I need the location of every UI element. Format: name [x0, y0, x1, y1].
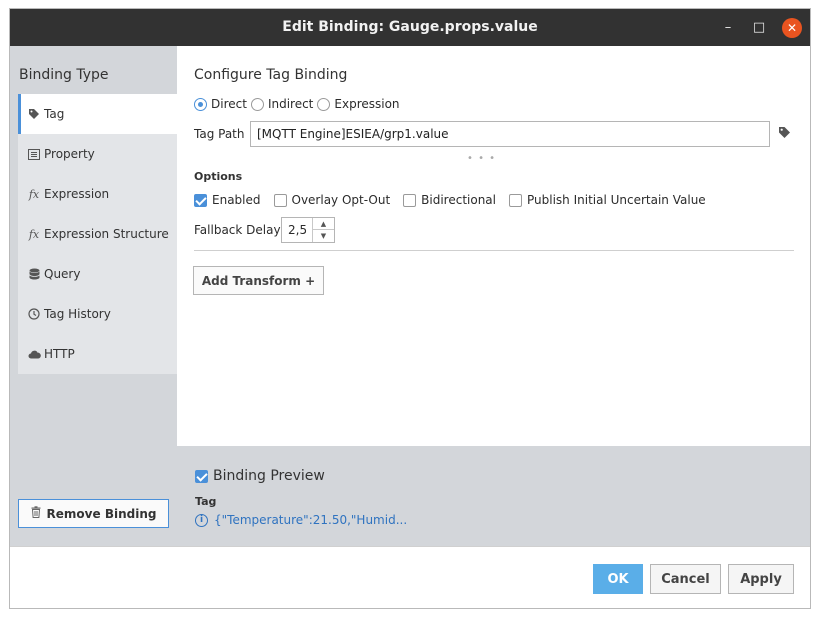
radio-indirect[interactable]	[250, 97, 264, 111]
fallback-delay-value[interactable]: 2,5	[288, 218, 307, 242]
fallback-delay-label: Fallback Delay	[194, 223, 281, 237]
sidebar-item-label: HTTP	[44, 347, 75, 361]
radio-direct[interactable]	[194, 97, 207, 111]
trash-icon	[31, 506, 41, 521]
radio-expression[interactable]	[317, 97, 331, 111]
property-icon	[27, 147, 41, 161]
options-label: Options	[194, 170, 243, 183]
tag-binding-config: Configure Tag Binding Direct Indirect Ex…	[177, 46, 810, 446]
clock-icon	[27, 307, 41, 321]
preview-value-text: {"Temperature":21.50,"Humid...	[214, 513, 408, 527]
minimize-button[interactable]: –	[718, 18, 738, 38]
fx-icon: fx	[28, 187, 40, 201]
radio-direct-label[interactable]: Direct	[211, 97, 247, 111]
chevron-up-icon[interactable]: ▲	[313, 218, 334, 230]
remove-binding-button[interactable]: Remove Binding	[18, 499, 169, 528]
bidirectional-label[interactable]: Bidirectional	[421, 193, 496, 207]
maximize-button[interactable]: □	[749, 18, 769, 38]
enabled-checkbox[interactable]	[194, 193, 207, 207]
dialog-footer: OK Cancel Apply	[10, 546, 810, 608]
sidebar-item-label: Query	[44, 267, 81, 281]
spinner-arrows: ▲ ▼	[312, 218, 334, 242]
sidebar-title: Binding Type	[19, 67, 109, 83]
overlay-opt-out-label[interactable]: Overlay Opt-Out	[292, 193, 391, 207]
resize-grip[interactable]: • • •	[467, 153, 496, 164]
radio-expression-label[interactable]: Expression	[334, 97, 399, 111]
options-checkboxes: Enabled Overlay Opt-Out Bidirectional Pu…	[194, 193, 719, 207]
sidebar-item-label: Expression	[44, 187, 110, 201]
chevron-down-icon[interactable]: ▼	[313, 230, 334, 242]
fx-icon: fx	[28, 227, 40, 241]
sidebar-item-query[interactable]: Query	[18, 254, 177, 294]
window-title: Edit Binding: Gauge.props.value	[282, 19, 538, 35]
binding-preview-title: Binding Preview	[213, 468, 325, 484]
enabled-label[interactable]: Enabled	[212, 193, 261, 207]
edit-binding-dialog: Edit Binding: Gauge.props.value – □ ✕ Bi…	[9, 8, 811, 609]
ok-button[interactable]: OK	[593, 564, 643, 594]
sidebar-item-label: Property	[44, 147, 95, 161]
sidebar-item-label: Tag History	[44, 307, 111, 321]
tag-path-label: Tag Path	[194, 127, 245, 141]
divider	[194, 250, 794, 251]
database-icon	[27, 267, 41, 281]
remove-binding-label: Remove Binding	[46, 506, 157, 521]
binding-preview-panel: Binding Preview Tag i {"Temperature":21.…	[177, 446, 810, 546]
info-icon: i	[195, 513, 208, 527]
apply-button[interactable]: Apply	[728, 564, 794, 594]
binding-type-sidebar: Binding Type Tag Property fx Expression …	[10, 46, 177, 546]
sidebar-item-expression[interactable]: fx Expression	[18, 174, 177, 214]
bidirectional-checkbox[interactable]	[403, 193, 417, 207]
binding-type-list: Tag Property fx Expression fx Expression…	[18, 94, 177, 374]
close-button[interactable]: ✕	[782, 18, 802, 38]
mode-radio-group: Direct Indirect Expression	[194, 97, 404, 111]
sidebar-item-label: Tag	[44, 107, 65, 121]
publish-initial-uncertain-label[interactable]: Publish Initial Uncertain Value	[527, 193, 706, 207]
tag-icon	[27, 107, 41, 121]
add-transform-button[interactable]: Add Transform +	[193, 266, 324, 295]
binding-preview-header[interactable]: Binding Preview	[195, 468, 325, 484]
sidebar-item-property[interactable]: Property	[18, 134, 177, 174]
binding-preview-checkbox[interactable]	[195, 469, 208, 483]
tag-browse-icon[interactable]	[778, 126, 792, 140]
publish-initial-uncertain-checkbox[interactable]	[509, 193, 522, 207]
sidebar-item-label: Expression Structure	[44, 227, 169, 241]
cloud-icon	[27, 347, 41, 361]
sidebar-item-http[interactable]: HTTP	[18, 334, 177, 374]
overlay-opt-out-checkbox[interactable]	[273, 193, 287, 207]
sidebar-item-expression-structure[interactable]: fx Expression Structure	[18, 214, 177, 254]
sidebar-item-tag-history[interactable]: Tag History	[18, 294, 177, 334]
title-bar[interactable]: Edit Binding: Gauge.props.value – □ ✕	[10, 9, 810, 46]
preview-type-label: Tag	[195, 495, 217, 508]
sidebar-item-tag[interactable]: Tag	[18, 94, 177, 134]
fallback-delay-spinner[interactable]: 2,5 ▲ ▼	[281, 217, 335, 243]
radio-indirect-label[interactable]: Indirect	[268, 97, 313, 111]
config-title: Configure Tag Binding	[194, 67, 348, 83]
tag-path-input[interactable]: [MQTT Engine]ESIEA/grp1.value	[250, 121, 770, 147]
preview-value[interactable]: i {"Temperature":21.50,"Humid...	[195, 513, 407, 527]
cancel-button[interactable]: Cancel	[650, 564, 721, 594]
